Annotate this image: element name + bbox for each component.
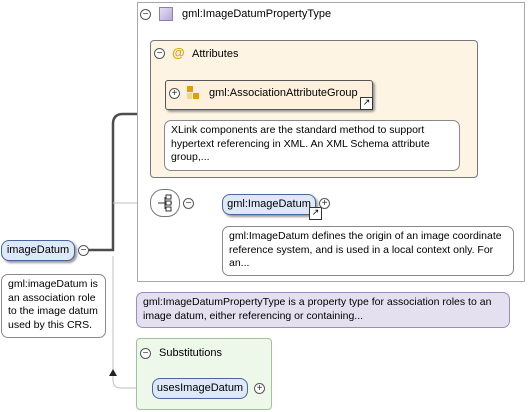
type-note: gml:ImageDatumPropertyType is a property…	[136, 292, 510, 328]
type-collapse-icon[interactable]: −	[140, 9, 151, 20]
root-note: gml:imageDatum is an association role to…	[1, 274, 106, 338]
attribute-group-expand-icon[interactable]: +	[169, 88, 180, 99]
root-element[interactable]: imageDatum	[1, 240, 75, 261]
root-collapse-icon[interactable]: −	[78, 245, 89, 256]
image-datum-element[interactable]: gml:ImageDatum	[222, 194, 316, 215]
sequence-icon	[156, 194, 174, 212]
attribute-group-icon	[187, 86, 201, 100]
sequence-collapse-icon[interactable]: −	[183, 198, 194, 209]
attributes-collapse-icon[interactable]: −	[154, 48, 165, 59]
attributes-title: Attributes	[192, 48, 239, 60]
at-sign-icon: @	[172, 45, 185, 60]
attribute-group-note: XLink components are the standard method…	[164, 120, 460, 171]
element-expand-icon[interactable]: +	[319, 198, 330, 209]
substitutions-title: Substitutions	[159, 347, 222, 359]
substitution-expand-icon[interactable]: +	[254, 383, 265, 394]
group-reference-icon[interactable]: ↗	[360, 97, 373, 110]
substitution-element[interactable]: usesImageDatum	[152, 378, 248, 399]
substitution-arrow	[109, 369, 117, 376]
attribute-group-name: gml:AssociationAttributeGroup	[209, 87, 358, 99]
type-icon	[159, 7, 173, 21]
element-note: gml:ImageDatum defines the origin of an …	[222, 226, 514, 276]
substitutions-collapse-icon[interactable]: −	[140, 348, 151, 359]
element-reference-icon[interactable]: ↗	[309, 207, 322, 220]
type-title: gml:ImageDatumPropertyType	[182, 8, 332, 20]
